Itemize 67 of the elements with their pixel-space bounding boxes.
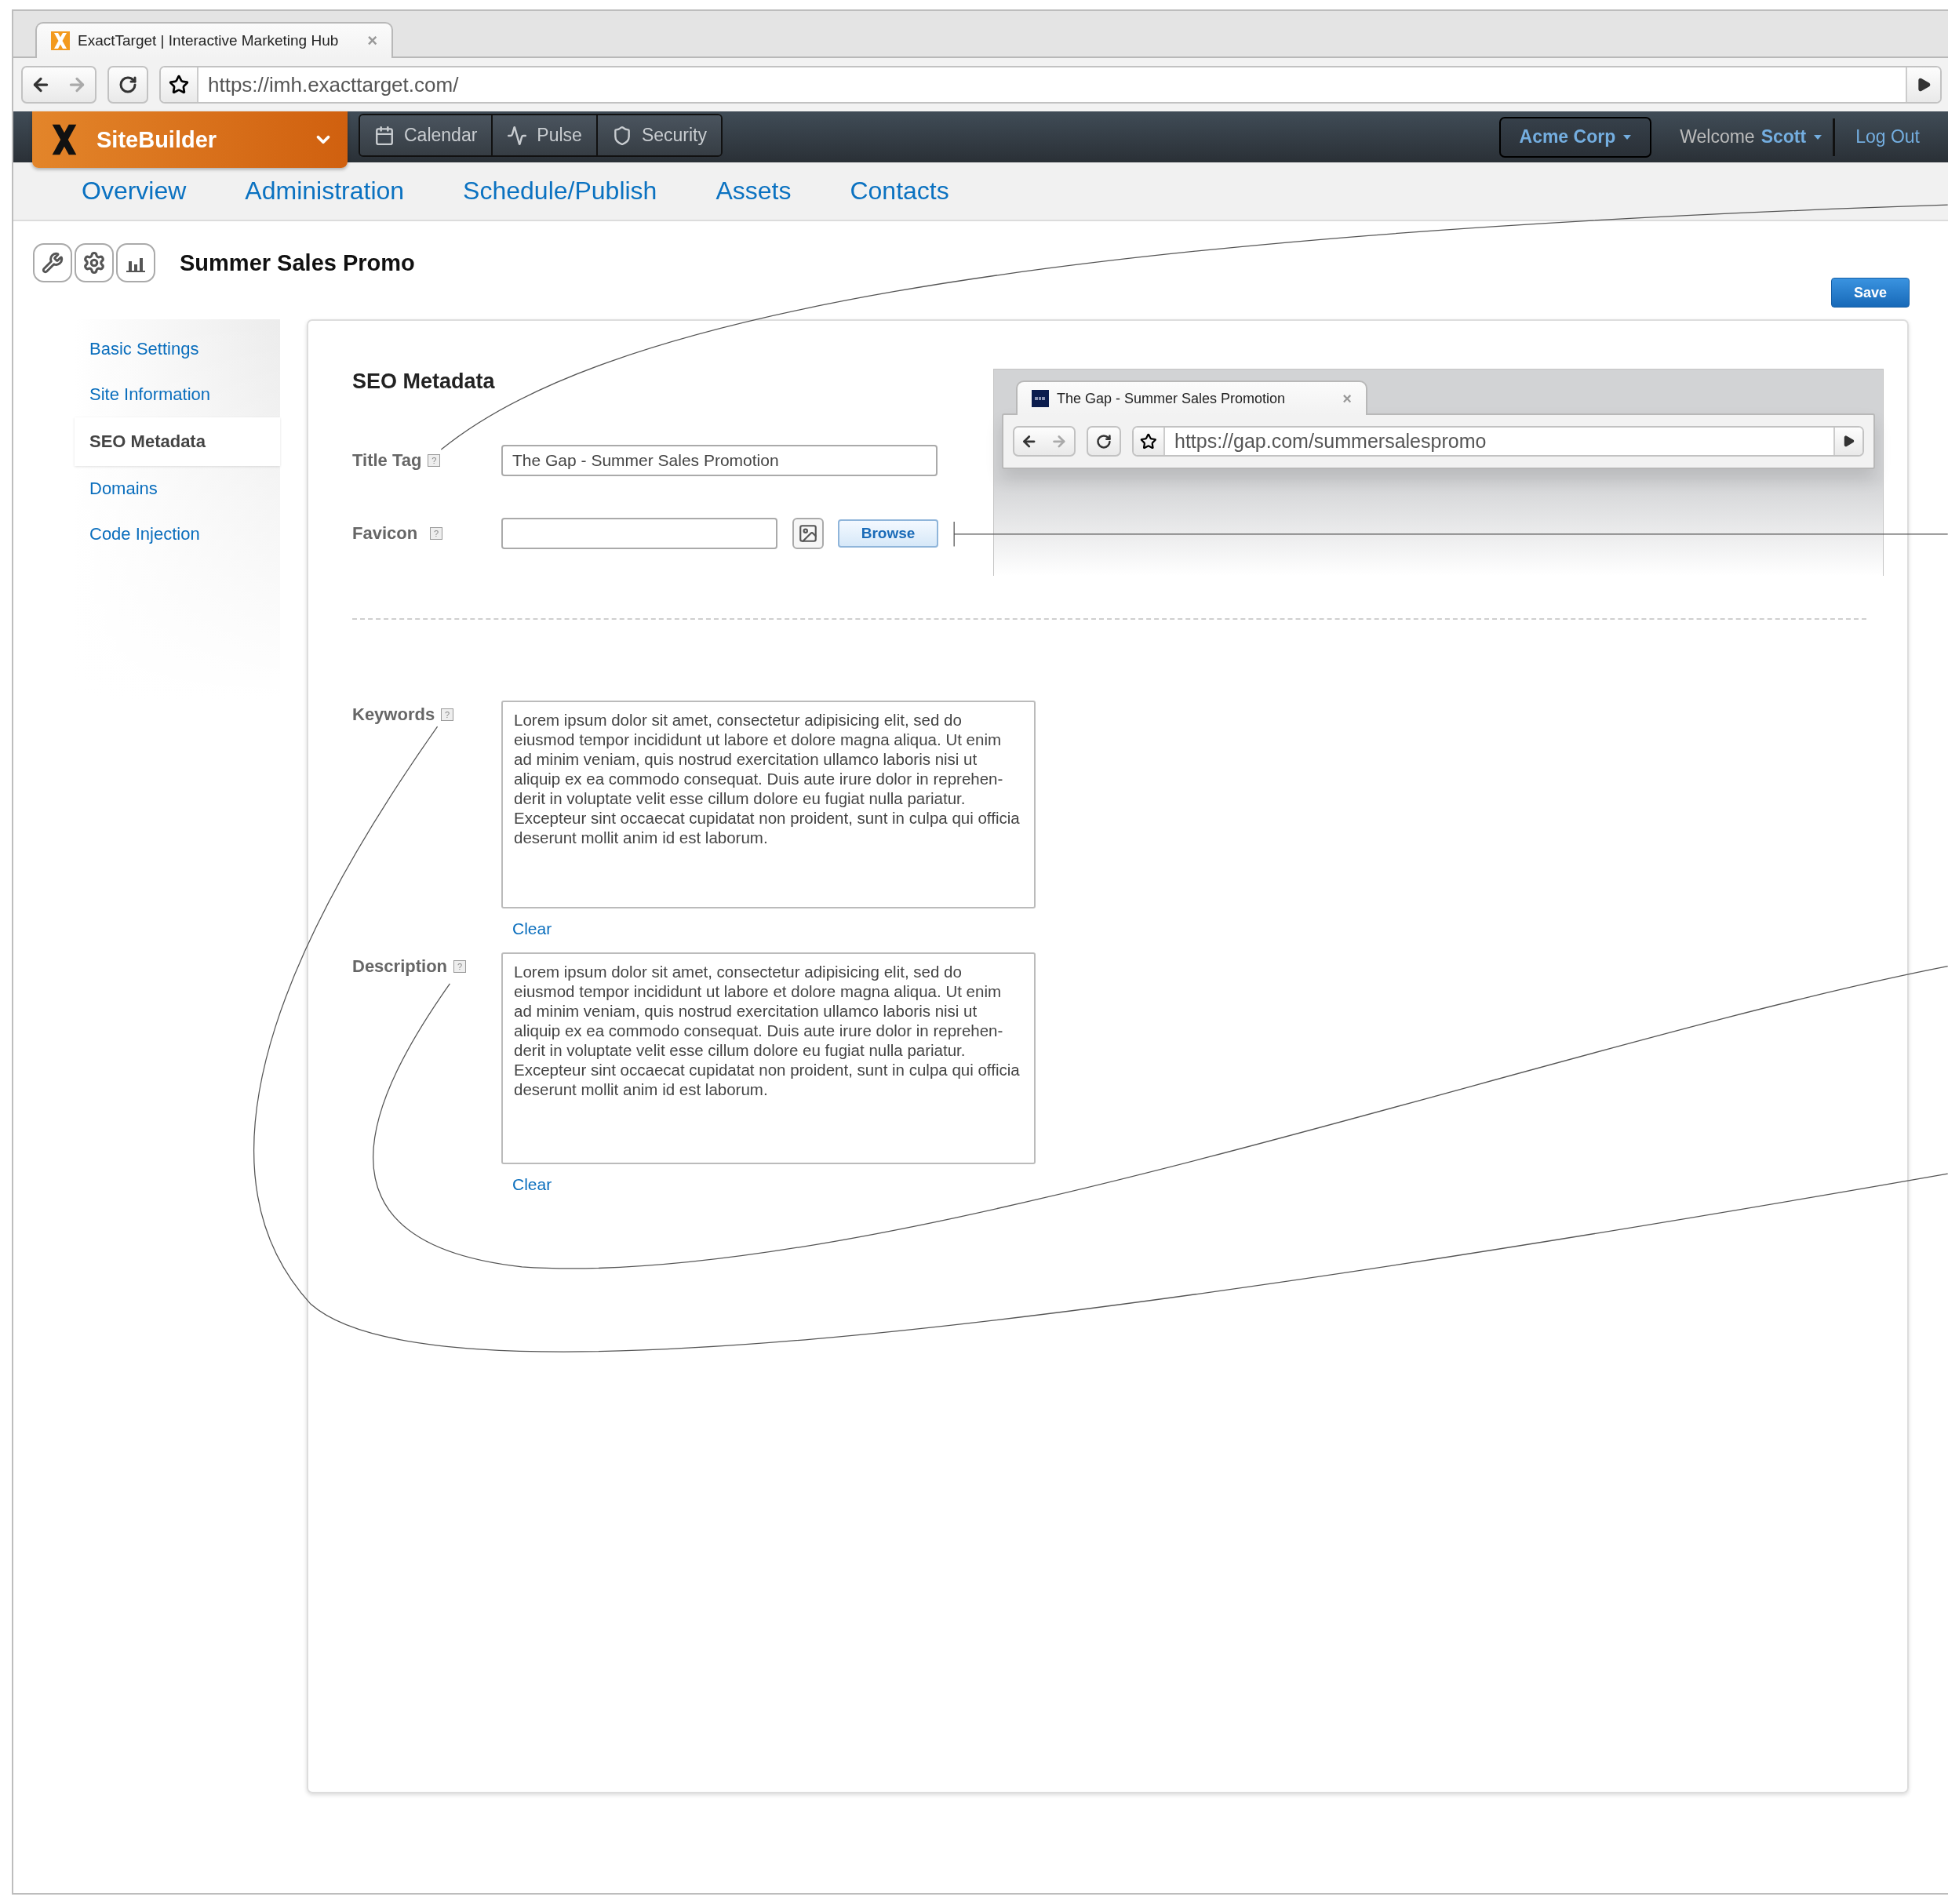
page-title: Summer Sales Promo [180, 249, 415, 277]
pulse-icon [507, 125, 528, 146]
tab-close-button[interactable]: × [1342, 389, 1352, 408]
tab-title: ExactTarget | Interactive Marketing Hub [78, 32, 340, 49]
field-label: Favicon [352, 523, 418, 544]
tab-title: The Gap - Summer Sales Promotion [1057, 390, 1287, 407]
address-field[interactable]: https://imh.exacttarget.com/ [159, 66, 1942, 104]
text-area[interactable]: Lorem ipsum dolor sit amet, consectetur adipisicing elit, sed do eiusmod tempor incididunt ut labore et dolore magna aliqua. Ut enim ad minim veniam, quis nostrud exercitation ullamco laboris nisi ut aliquip ex ea commodo consequat. Duis aute irure dolor in reprehen-derit in voluptate velit esse cillum dolore eu fugiat nulla pariatur. Excepteur sint occaecat cupidatat non proident, sunt in culpa qui officia deserunt mollit anim id est laborum. [501, 701, 1036, 908]
settings-button[interactable] [75, 243, 114, 282]
reload-icon [118, 75, 137, 94]
play-icon [1916, 77, 1932, 93]
nav-link[interactable]: Schedule/Publish [463, 177, 657, 206]
sidebar-item[interactable]: Site Information [75, 372, 280, 417]
play-icon [1842, 435, 1856, 448]
favicon-field[interactable] [501, 518, 777, 549]
url-text: https://imh.exacttarget.com/ [208, 72, 459, 96]
section-title: SEO Metadata [352, 369, 496, 395]
browse-button[interactable]: Browse [838, 519, 938, 548]
x-logo-icon [51, 31, 70, 50]
field-label: Description [352, 956, 448, 977]
bookmark-button[interactable] [1134, 427, 1165, 456]
bookmark-button[interactable] [161, 67, 198, 102]
help-icon[interactable]: ? [441, 708, 454, 721]
account-menu-button[interactable]: Acme Corp [1498, 116, 1652, 158]
url-text: https://gap.com/summersalespromo [1174, 430, 1487, 452]
nav-link[interactable]: Assets [715, 177, 792, 206]
image-icon [798, 523, 818, 544]
favicon-icon [1032, 390, 1049, 407]
reports-button[interactable] [116, 243, 155, 282]
nav-link[interactable]: Overview [82, 177, 187, 206]
toolbar-button[interactable]: Pulse [493, 115, 598, 155]
tools-button[interactable] [33, 243, 72, 282]
settings-icon [82, 251, 106, 275]
help-icon[interactable]: ? [428, 454, 441, 467]
log-out-link[interactable]: Log Out [1855, 126, 1920, 147]
sidebar-item[interactable]: Code Injection [75, 511, 280, 557]
text-area[interactable]: Lorem ipsum dolor sit amet, consectetur adipisicing elit, sed do eiusmod tempor incididunt ut labore et dolore magna aliqua. Ut enim ad minim veniam, quis nostrud exercitation ullamco laboris nisi ut aliquip ex ea commodo consequat. Duis aute irure dolor in reprehen-derit in voluptate velit esse cillum dolore eu fugiat nulla pariatur. Excepteur sint occaecat cupidatat non proident, sunt in culpa qui officia deserunt mollit anim id est laborum. [501, 952, 1036, 1164]
toolbar-button[interactable]: Calendar [360, 115, 493, 155]
address-field[interactable]: https://gap.com/summersalespromo [1132, 425, 1864, 457]
help-icon[interactable]: ? [430, 527, 443, 540]
field-label: Keywords [352, 704, 435, 725]
go-button[interactable] [1906, 67, 1940, 102]
go-button[interactable] [1833, 427, 1862, 456]
reload-icon [1096, 433, 1112, 450]
caret-icon [1623, 134, 1632, 140]
clear-link[interactable]: Clear [512, 919, 552, 938]
title-tag-field[interactable]: The Gap - Summer Sales Promotion [501, 445, 938, 476]
calendar-icon [374, 125, 395, 146]
clear-link[interactable]: Clear [512, 1175, 552, 1194]
help-icon[interactable]: ? [453, 960, 467, 973]
user-menu-button[interactable]: Scott [1754, 126, 1833, 147]
caret-icon [1814, 134, 1822, 140]
field-label: Title Tag [352, 450, 422, 471]
toolbar-button[interactable]: Security [597, 115, 721, 155]
sidebar-item[interactable]: Domains [75, 466, 280, 511]
star-icon [1140, 432, 1157, 450]
product-menu-button[interactable]: SiteBuilder [32, 111, 348, 168]
image-button[interactable] [792, 518, 824, 549]
save-button[interactable]: Save [1831, 278, 1910, 308]
star-icon [169, 75, 189, 95]
wrench-icon [42, 252, 64, 274]
tab-close-button[interactable]: × [367, 31, 377, 51]
nav-link[interactable]: Administration [245, 177, 405, 206]
welcome-text: Welcome [1680, 126, 1755, 147]
sidebar-item[interactable]: Basic Settings [75, 326, 280, 372]
nav-link[interactable]: Contacts [850, 177, 949, 206]
sidebar-item[interactable]: SEO Metadata [75, 417, 280, 466]
